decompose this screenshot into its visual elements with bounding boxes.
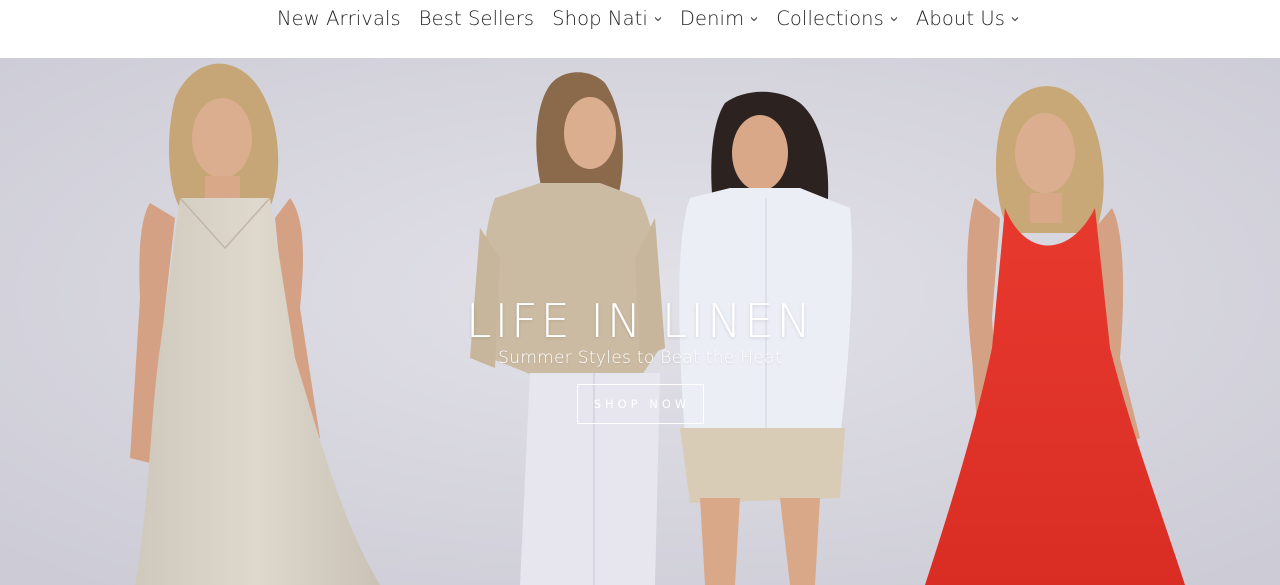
nav-item-label: Shop Nati [552,6,648,30]
chevron-down-icon [654,17,662,22]
nav-item-label: New Arrivals [276,6,401,30]
hero-banner[interactable]: LIFE IN LINEN Summer Styles to Beat the … [0,58,1280,585]
nav-item-about-us[interactable]: About Us [916,7,1019,30]
nav-item-denim[interactable]: Denim [680,7,758,30]
shop-now-button[interactable]: SHOP NOW [576,384,704,424]
nav-item-label: Collections [776,6,884,30]
nav-item-label: Denim [679,6,745,30]
top-navigation: New Arrivals Best Sellers Shop Nati Deni… [0,0,1280,58]
nav-item-best-sellers[interactable]: Best Sellers [419,7,534,30]
nav-item-collections[interactable]: Collections [776,7,898,30]
chevron-down-icon [890,17,898,22]
hero-content: LIFE IN LINEN Summer Styles to Beat the … [0,296,1280,424]
nav-item-label: About Us [915,6,1005,30]
main-menu: New Arrivals Best Sellers Shop Nati Deni… [0,0,1280,36]
nav-item-shop-nati[interactable]: Shop Nati [552,7,662,30]
hero-title: LIFE IN LINEN [465,294,815,348]
chevron-down-icon [750,17,758,22]
hero-subtitle: Summer Styles to Beat the Heat [498,348,782,368]
chevron-down-icon [1011,17,1019,22]
nav-item-new-arrivals[interactable]: New Arrivals [277,7,401,30]
nav-item-label: Best Sellers [418,6,535,30]
